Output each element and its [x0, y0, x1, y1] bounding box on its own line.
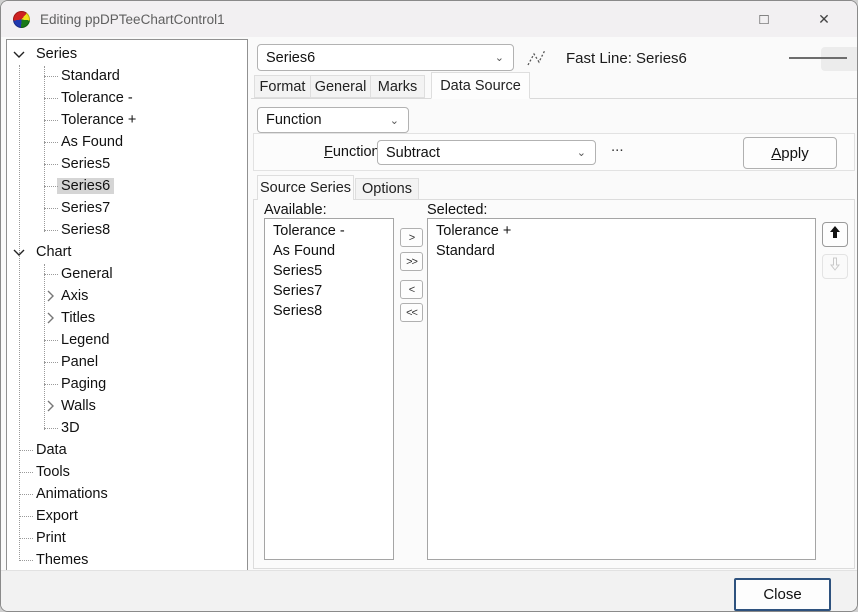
sidebar-item-axis[interactable]: Axis: [7, 285, 247, 307]
titlebar: Editing ppDPTeeChartControl1 □ ✕: [1, 1, 857, 37]
maximize-button[interactable]: □: [741, 1, 787, 37]
move-all-left-button[interactable]: <<: [400, 303, 423, 322]
selected-listbox[interactable]: Tolerance + Standard: [427, 218, 816, 560]
sidebar-item-paging[interactable]: Paging: [7, 373, 247, 395]
sidebar-item-data[interactable]: Data: [7, 439, 247, 461]
list-item[interactable]: Tolerance +: [428, 221, 815, 241]
chevron-right-icon[interactable]: [43, 289, 57, 303]
list-item[interactable]: As Found: [265, 241, 393, 261]
sidebar-item-series[interactable]: Series: [7, 43, 247, 65]
series-type-label: Fast Line: Series6: [566, 50, 687, 67]
sidebar-item-tools[interactable]: Tools: [7, 461, 247, 483]
sidebar-item-tolerance-minus[interactable]: Tolerance -: [7, 87, 247, 109]
sidebar-item-legend[interactable]: Legend: [7, 329, 247, 351]
move-right-button[interactable]: >: [400, 228, 423, 247]
selected-label: Selected:: [427, 202, 487, 218]
editor-panel: Series6 ⌄ Fast Line: Series6 Format Gene…: [251, 39, 857, 571]
sidebar-item-walls[interactable]: Walls: [7, 395, 247, 417]
line-style-sample: [789, 57, 847, 59]
sidebar-item-titles[interactable]: Titles: [7, 307, 247, 329]
chevron-right-icon[interactable]: [43, 399, 57, 413]
functions-strip: Functions: Subtract ⌄ ... Apply: [253, 133, 855, 171]
sidebar-item-series6-selected[interactable]: Series6: [7, 175, 247, 197]
chevron-down-icon: ⌄: [390, 114, 399, 127]
arrow-down-icon: [828, 257, 842, 276]
chevron-down-icon: ⌄: [495, 51, 504, 64]
tab-general[interactable]: General: [310, 75, 371, 98]
apply-button[interactable]: Apply: [743, 137, 837, 169]
sidebar-item-series7[interactable]: Series7: [7, 197, 247, 219]
sidebar-item-standard[interactable]: Standard: [7, 65, 247, 87]
move-left-button[interactable]: <: [400, 280, 423, 299]
close-button[interactable]: Close: [734, 578, 831, 611]
move-down-button-disabled: [822, 254, 848, 279]
window-close-button[interactable]: ✕: [801, 1, 847, 37]
move-up-button[interactable]: [822, 222, 848, 247]
sidebar-item-print[interactable]: Print: [7, 527, 247, 549]
sidebar-item-series5[interactable]: Series5: [7, 153, 247, 175]
chevron-down-icon[interactable]: [12, 245, 26, 259]
chevron-down-icon[interactable]: [12, 47, 26, 61]
sidebar-item-animations[interactable]: Animations: [7, 483, 247, 505]
sidebar-item-general[interactable]: General: [7, 263, 247, 285]
list-item[interactable]: Standard: [428, 241, 815, 261]
app-icon: [13, 11, 30, 28]
arrow-up-icon: [828, 225, 842, 244]
tab-marks[interactable]: Marks: [370, 75, 425, 98]
line-style-preview[interactable]: [821, 47, 857, 71]
tab-format[interactable]: Format: [254, 75, 311, 98]
maximize-icon: □: [759, 11, 768, 28]
list-item[interactable]: Series8: [265, 301, 393, 321]
main-tab-strip: Format General Marks Data Source: [251, 73, 857, 99]
tab-source-series[interactable]: Source Series: [257, 175, 354, 200]
sidebar-item-chart[interactable]: Chart: [7, 241, 247, 263]
fast-line-series-icon: [526, 47, 552, 74]
close-icon: ✕: [818, 11, 830, 28]
list-item[interactable]: Tolerance -: [265, 221, 393, 241]
function-combo[interactable]: Subtract ⌄: [377, 140, 596, 165]
window-title: Editing ppDPTeeChartControl1: [40, 12, 225, 27]
sidebar-item-tolerance-plus[interactable]: Tolerance +: [7, 109, 247, 131]
more-options-button[interactable]: ...: [611, 138, 624, 155]
sidebar-item-export[interactable]: Export: [7, 505, 247, 527]
sidebar-item-as-found[interactable]: As Found: [7, 131, 247, 153]
sidebar-item-themes[interactable]: Themes: [7, 549, 247, 571]
source-tab-strip: Source Series Options: [253, 176, 855, 200]
move-all-right-button[interactable]: >>: [400, 252, 423, 271]
available-listbox[interactable]: Tolerance - As Found Series5 Series7 Ser…: [264, 218, 394, 560]
sidebar-item-panel[interactable]: Panel: [7, 351, 247, 373]
chevron-down-icon: ⌄: [577, 146, 586, 159]
sidebar-item-3d[interactable]: 3D: [7, 417, 247, 439]
tab-options[interactable]: Options: [355, 178, 419, 200]
selected-tree-item: Series6: [57, 178, 114, 194]
settings-tree: Series Standard Tolerance - Tolerance + …: [6, 39, 248, 571]
list-item[interactable]: Series5: [265, 261, 393, 281]
dialog-window: Editing ppDPTeeChartControl1 □ ✕ Series …: [0, 0, 858, 612]
source-series-page: Available: Selected: Tolerance - As Foun…: [253, 199, 855, 569]
chevron-right-icon[interactable]: [43, 311, 57, 325]
series-selector-combo[interactable]: Series6 ⌄: [257, 44, 514, 71]
available-label: Available:: [264, 202, 327, 218]
datasource-mode-combo[interactable]: Function ⌄: [257, 107, 409, 133]
footer-bar: Close: [1, 570, 857, 611]
tab-data-source[interactable]: Data Source: [431, 72, 530, 99]
list-item[interactable]: Series7: [265, 281, 393, 301]
sidebar-item-series8[interactable]: Series8: [7, 219, 247, 241]
